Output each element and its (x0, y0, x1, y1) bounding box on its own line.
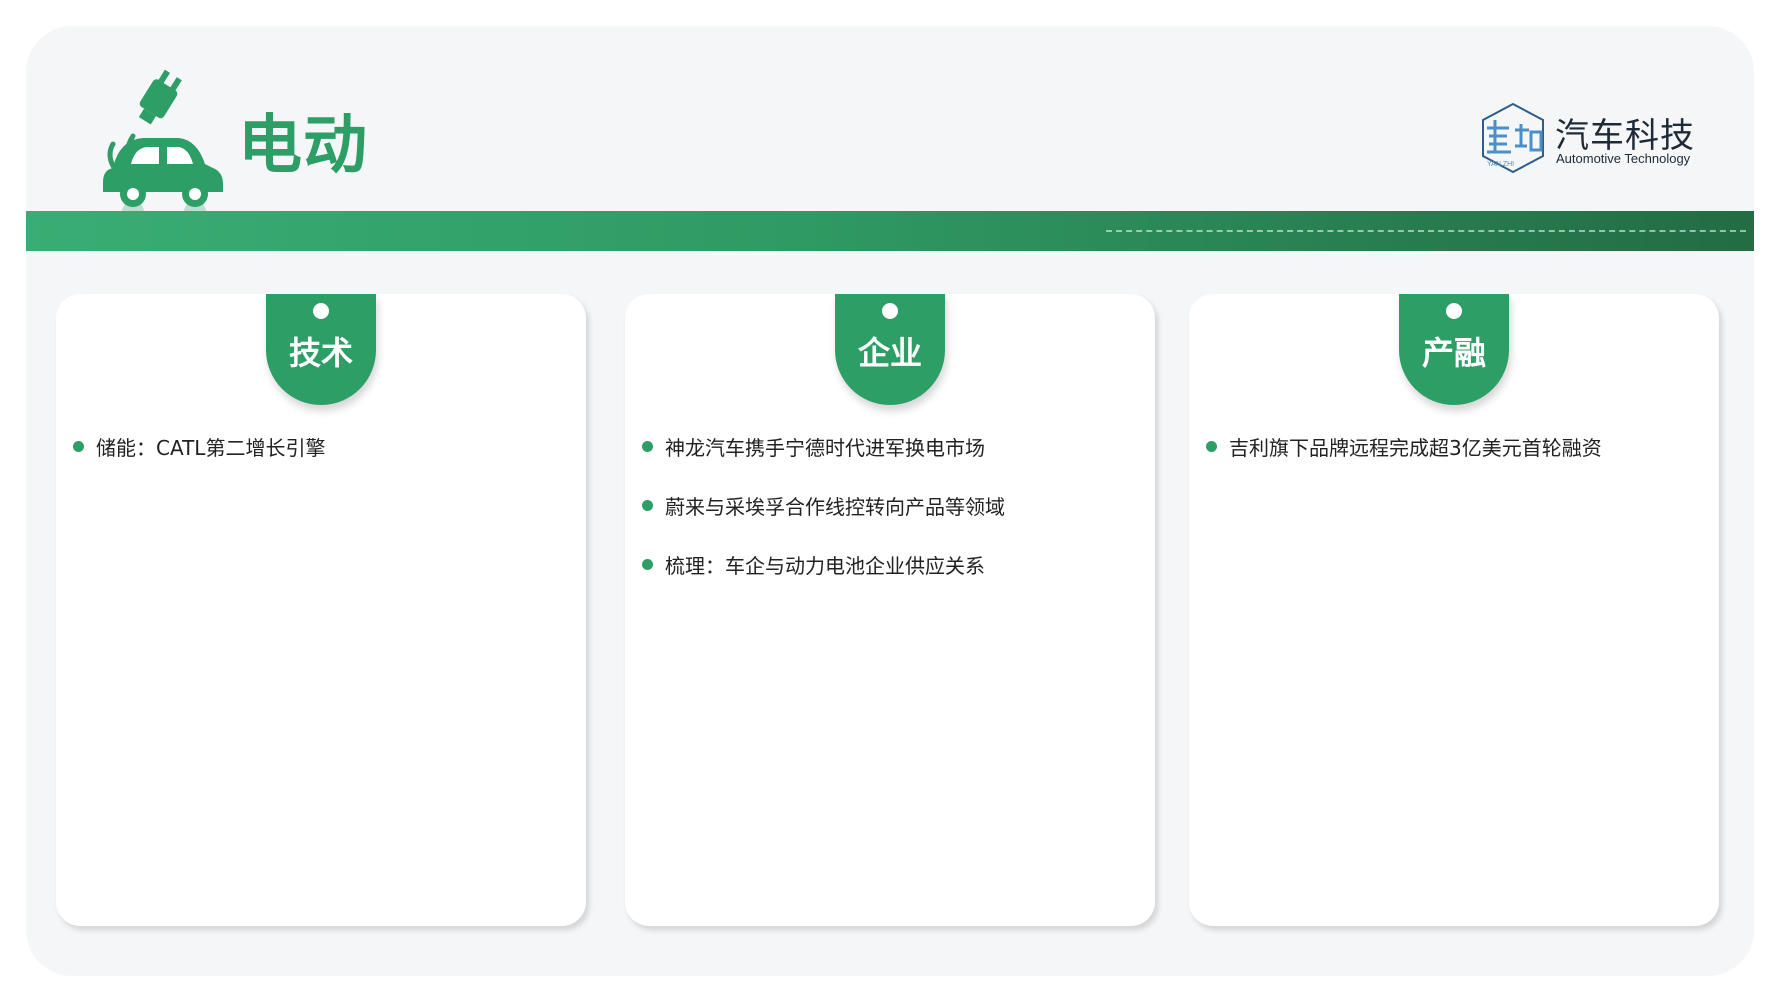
electric-car-plug-icon (103, 69, 223, 230)
tab-dot (313, 303, 329, 319)
bullet-icon (1206, 441, 1217, 452)
bullet-icon (642, 559, 653, 570)
tab-dot (882, 303, 898, 319)
bullet-icon (642, 500, 653, 511)
tab-label: 产融 (1421, 334, 1486, 372)
list-item-text: 梳理：车企与动力电池企业供应关系 (665, 554, 985, 578)
bullet-icon (642, 441, 653, 452)
header-banner (26, 211, 1754, 251)
card-finance: 产融 吉利旗下品牌远程完成超3亿美元首轮融资 (1189, 294, 1719, 926)
bullet-icon (73, 441, 84, 452)
list-item-text: 吉利旗下品牌远程完成超3亿美元首轮融资 (1229, 436, 1602, 460)
card-tab: 产融 (1399, 294, 1509, 405)
list-item-text: 储能：CATL第二增长引擎 (96, 436, 326, 460)
list-item: 吉利旗下品牌远程完成超3亿美元首轮融资 (1205, 432, 1602, 491)
list-item: 梳理：车企与动力电池企业供应关系 (641, 550, 1005, 609)
list-item-text: 神龙汽车携手宁德时代进军换电市场 (665, 436, 985, 460)
logo-english-text: Automotive Technology (1556, 151, 1691, 166)
tab-label: 企业 (857, 334, 922, 372)
card-tab: 企业 (835, 294, 945, 405)
logo-mark-sub: YAN ZHI (1487, 161, 1514, 168)
logo-chinese-text: 汽车科技 (1555, 116, 1695, 156)
brand-logo: YAN ZHI 汽车科技 Automotive Technology (1475, 100, 1715, 180)
list-item: 储能：CATL第二增长引擎 (72, 432, 325, 491)
card-enterprise: 企业 神龙汽车携手宁德时代进军换电市场 蔚来与采埃孚合作线控转向产品等领域 梳理… (625, 294, 1155, 926)
item-list: 吉利旗下品牌远程完成超3亿美元首轮融资 (1205, 432, 1602, 491)
item-list: 神龙汽车携手宁德时代进军换电市场 蔚来与采埃孚合作线控转向产品等领域 梳理：车企… (641, 432, 1005, 609)
page-title: 电动 (238, 109, 368, 183)
yanzhi-logo-mark: YAN ZHI (1482, 102, 1544, 174)
list-item-text: 蔚来与采埃孚合作线控转向产品等领域 (665, 495, 1005, 519)
list-item: 神龙汽车携手宁德时代进军换电市场 (641, 432, 1005, 491)
tab-dot (1446, 303, 1462, 319)
slide: 电动 YAN ZHI 汽车科技 Automotive Technology 技术… (26, 26, 1754, 976)
list-item: 蔚来与采埃孚合作线控转向产品等领域 (641, 491, 1005, 550)
card-tab: 技术 (266, 294, 376, 405)
card-technology: 技术 储能：CATL第二增长引擎 (56, 294, 586, 926)
tab-label: 技术 (288, 334, 353, 372)
item-list: 储能：CATL第二增长引擎 (72, 432, 325, 491)
banner-dashed-line (1106, 230, 1746, 232)
